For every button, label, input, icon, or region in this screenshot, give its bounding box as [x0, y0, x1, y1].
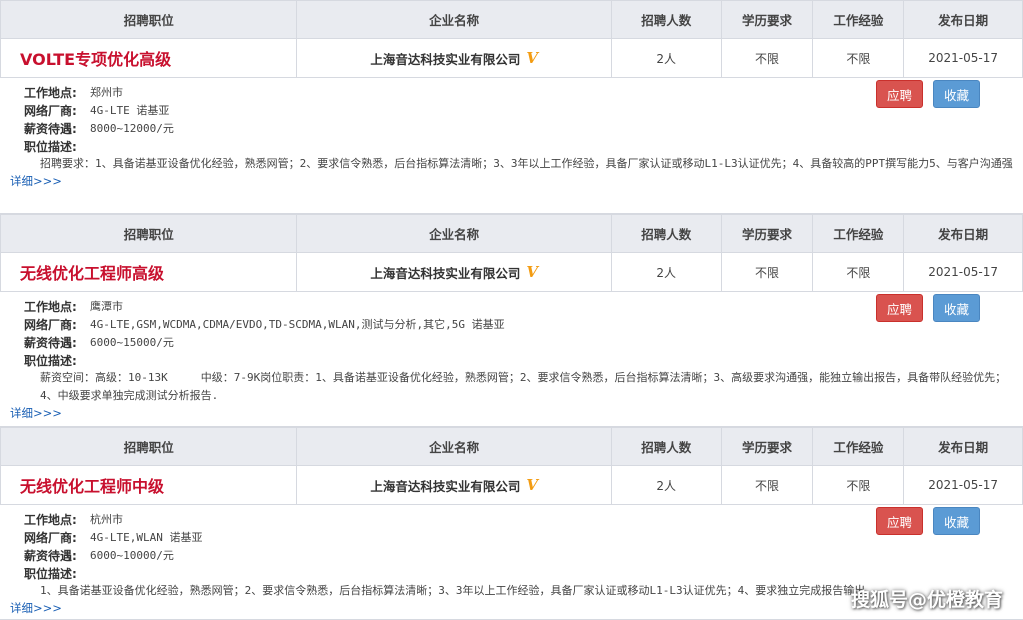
favorite-button[interactable]: 收藏 — [933, 507, 980, 535]
verified-icon: V — [526, 263, 538, 281]
location-value: 杭州市 — [90, 513, 123, 526]
job-count: 2人 — [612, 253, 722, 291]
header-position: 招聘职位 — [1, 1, 298, 38]
header-education: 学历要求 — [722, 1, 814, 38]
job-title-link[interactable]: 无线优化工程师中级 — [20, 473, 164, 497]
job-date: 2021-05-17 — [928, 51, 998, 65]
favorite-button[interactable]: 收藏 — [933, 294, 980, 322]
header-count: 招聘人数 — [612, 1, 722, 38]
details-link[interactable]: 详细>>> — [0, 405, 1023, 421]
salary-label: 薪资待遇: — [24, 121, 77, 136]
location-label: 工作地点: — [24, 512, 77, 527]
header-company: 企业名称 — [297, 1, 612, 38]
location-value: 郑州市 — [90, 86, 123, 99]
verified-icon: V — [526, 49, 538, 67]
apply-button[interactable]: 应聘 — [876, 294, 923, 322]
header-experience: 工作经验 — [813, 1, 905, 38]
job-row: 无线优化工程师中级 上海音达科技实业有限公司 V 2人 不限 不限 2021-05… — [0, 466, 1023, 505]
job-row: VOLTE专项优化高级 上海音达科技实业有限公司 V 2人 不限 不限 2021-… — [0, 39, 1023, 78]
vendor-label: 网络厂商: — [24, 317, 77, 332]
header-date: 发布日期 — [938, 440, 989, 455]
description-label: 职位描述: — [24, 353, 77, 368]
company-name-link[interactable]: 上海音达科技实业有限公司 — [370, 476, 520, 495]
header-education: 学历要求 — [722, 215, 814, 252]
location-label: 工作地点: — [24, 85, 77, 100]
description-text: 薪资空间：高级：10-13K 中级：7-9K岗位职责：1、具备诺基亚设备优化经验… — [40, 371, 1007, 402]
vendor-value: 4G-LTE,WLAN 诺基亚 — [90, 531, 203, 544]
job-title-link[interactable]: VOLTE专项优化高级 — [20, 46, 171, 70]
header-experience: 工作经验 — [813, 428, 905, 465]
salary-label: 薪资待遇: — [24, 335, 77, 350]
description-label: 职位描述: — [24, 566, 77, 581]
details-link[interactable]: 详细>>> — [0, 173, 1023, 189]
job-card: 招聘职位 企业名称 招聘人数 学历要求 工作经验 发布日期 VOLTE专项优化高… — [0, 0, 1023, 214]
header-company: 企业名称 — [297, 428, 612, 465]
job-card: 招聘职位 企业名称 招聘人数 学历要求 工作经验 发布日期 无线优化工程师高级 … — [0, 214, 1023, 427]
header-date: 发布日期 — [938, 227, 989, 242]
job-date: 2021-05-17 — [928, 265, 998, 279]
job-education: 不限 — [722, 39, 814, 77]
job-title-link[interactable]: 无线优化工程师高级 — [20, 260, 164, 284]
header-education: 学历要求 — [722, 428, 814, 465]
job-row: 无线优化工程师高级 上海音达科技实业有限公司 V 2人 不限 不限 2021-05… — [0, 253, 1023, 292]
apply-button[interactable]: 应聘 — [876, 80, 923, 108]
watermark: 搜狐号@优橙教育 — [850, 589, 1003, 611]
vendor-label: 网络厂商: — [24, 103, 77, 118]
company-name-link[interactable]: 上海音达科技实业有限公司 — [370, 49, 520, 68]
apply-button[interactable]: 应聘 — [876, 507, 923, 535]
salary-value: 6000~15000/元 — [90, 336, 174, 349]
job-education: 不限 — [722, 466, 814, 504]
job-count: 2人 — [612, 39, 722, 77]
salary-label: 薪资待遇: — [24, 548, 77, 563]
table-header: 招聘职位 企业名称 招聘人数 学历要求 工作经验 发布日期 — [0, 214, 1023, 253]
job-count: 2人 — [612, 466, 722, 504]
description-label: 职位描述: — [24, 139, 77, 154]
header-count: 招聘人数 — [612, 428, 722, 465]
table-header: 招聘职位 企业名称 招聘人数 学历要求 工作经验 发布日期 — [0, 0, 1023, 39]
salary-value: 8000~12000/元 — [90, 122, 174, 135]
salary-value: 6000~10000/元 — [90, 549, 174, 562]
job-detail: 应聘 收藏 工作地点: 鹰潭市 网络厂商: 4G-LTE,GSM,WCDMA,CDM… — [0, 292, 1023, 427]
verified-icon: V — [526, 476, 538, 494]
vendor-value: 4G-LTE 诺基亚 — [90, 104, 170, 117]
table-header: 招聘职位 企业名称 招聘人数 学历要求 工作经验 发布日期 — [0, 427, 1023, 466]
job-experience: 不限 — [813, 39, 905, 77]
job-detail: 应聘 收藏 工作地点: 郑州市 网络厂商: 4G-LTE 诺基亚 薪资待遇: 8000… — [0, 78, 1023, 214]
header-experience: 工作经验 — [813, 215, 905, 252]
header-position: 招聘职位 — [1, 215, 298, 252]
header-date: 发布日期 — [938, 13, 989, 28]
header-position: 招聘职位 — [1, 428, 298, 465]
company-name-link[interactable]: 上海音达科技实业有限公司 — [370, 263, 520, 282]
job-date: 2021-05-17 — [928, 478, 998, 492]
description-text: 招聘要求：1、具备诺基亚设备优化经验，熟悉网管；2、要求信令熟悉，后台指标算法清… — [40, 157, 1013, 170]
job-experience: 不限 — [813, 466, 905, 504]
location-label: 工作地点: — [24, 299, 77, 314]
header-count: 招聘人数 — [612, 215, 722, 252]
favorite-button[interactable]: 收藏 — [933, 80, 980, 108]
location-value: 鹰潭市 — [90, 300, 123, 313]
vendor-label: 网络厂商: — [24, 530, 77, 545]
header-company: 企业名称 — [297, 215, 612, 252]
job-education: 不限 — [722, 253, 814, 291]
vendor-value: 4G-LTE,GSM,WCDMA,CDMA/EVDO,TD-SCDMA,WLAN… — [90, 318, 505, 331]
job-experience: 不限 — [813, 253, 905, 291]
